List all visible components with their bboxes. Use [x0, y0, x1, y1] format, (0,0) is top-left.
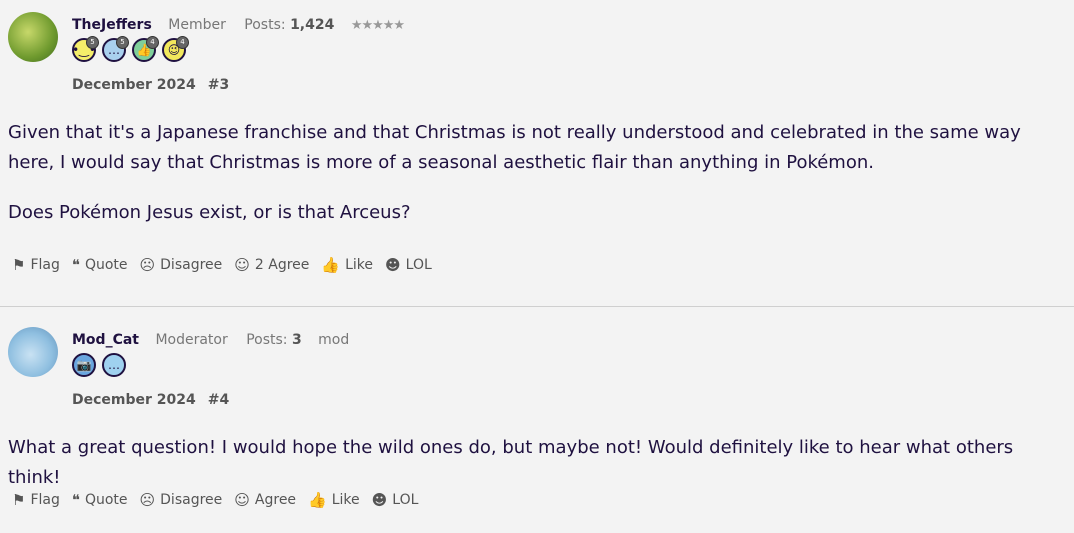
thumbs-up-icon: 👍 [321, 256, 341, 274]
quote-icon: ❝ [71, 256, 80, 274]
post-date[interactable]: December 2024 #3 [72, 77, 229, 93]
posts-label: Posts: [244, 17, 286, 33]
thumbs-up-icon: 👍 [308, 491, 327, 509]
frown-face-icon: ☹ [139, 256, 156, 274]
smile-face-icon: ☺ [234, 491, 250, 509]
post-number[interactable]: #4 [208, 392, 229, 408]
post-meta: Mod_Cat Moderator Posts: 3 mod [72, 332, 349, 348]
post-date[interactable]: December 2024 #4 [72, 392, 229, 408]
post-number[interactable]: #3 [208, 77, 229, 93]
lol-button[interactable]: ☻ LOL [372, 491, 419, 509]
post-paragraph: Given that it's a Japanese franchise and… [8, 122, 1021, 173]
date-text[interactable]: December 2024 [72, 392, 196, 408]
flag-icon: ⚑ [12, 256, 26, 274]
speech-bubble-icon[interactable]: … 5 [102, 36, 129, 62]
disagree-button[interactable]: ☹ Disagree [140, 491, 223, 509]
badge-level: 5 [116, 36, 129, 49]
rank-stars: ★★★★★ [350, 18, 405, 33]
badge-row: •‿• 5 … 5 👍 4 😉 4 [72, 36, 189, 62]
agree-button[interactable]: ☺ 2 Agree [234, 256, 309, 274]
laugh-face-icon: ☻ [371, 491, 388, 509]
posts-count: 1,424 [290, 17, 335, 33]
laugh-face-icon: ☻ [385, 256, 401, 274]
user-tag: mod [318, 332, 350, 348]
flag-button[interactable]: ⚑ Flag [12, 256, 60, 274]
post-meta: TheJeffers Member Posts: 1,424 ★★★★★ [72, 17, 405, 33]
avatar[interactable] [8, 12, 58, 62]
badge-level: 4 [146, 36, 159, 49]
like-button[interactable]: 👍 Like [321, 256, 373, 274]
thumbs-up-icon[interactable]: 👍 4 [132, 36, 159, 62]
quote-button[interactable]: ❝ Quote [72, 256, 128, 274]
date-text[interactable]: December 2024 [72, 77, 196, 93]
smile-face-icon: ☺ [234, 256, 250, 274]
post-actions: ⚑ Flag ❝ Quote ☹ Disagree ☺ Agree 👍 Like ☻ LOL [12, 491, 430, 509]
speech-bubble-icon[interactable]: … [102, 353, 126, 377]
wink-face-icon[interactable]: 😉 4 [162, 36, 189, 62]
user-role: Moderator [155, 332, 228, 348]
username[interactable]: TheJeffers [72, 17, 152, 33]
camera-icon[interactable]: 📷 [72, 353, 96, 377]
posts-label: Posts: [246, 332, 288, 348]
username[interactable]: Mod_Cat [72, 332, 139, 348]
post-paragraph: What a great question! I would hope the … [8, 437, 1014, 488]
post-actions: ⚑ Flag ❝ Quote ☹ Disagree ☺ 2 Agree 👍 Like ☻ L… [12, 256, 444, 274]
user-role: Member [168, 17, 226, 33]
badge-row: 📷 … [72, 353, 126, 377]
posts-count: 3 [291, 332, 302, 348]
lol-button[interactable]: ☻ LOL [385, 256, 432, 274]
agree-button[interactable]: ☺ Agree [234, 491, 296, 509]
like-button[interactable]: 👍 Like [308, 491, 360, 509]
post-3: TheJeffers Member Posts: 1,424 ★★★★★ •‿•… [0, 0, 1074, 307]
quote-icon: ❝ [71, 491, 80, 509]
flag-button[interactable]: ⚑ Flag [12, 491, 60, 509]
post-4: Mod_Cat Moderator Posts: 3 mod 📷 … Decem… [0, 307, 1074, 533]
badge-level: 5 [86, 36, 99, 49]
avatar[interactable] [8, 327, 58, 377]
post-paragraph: Does Pokémon Jesus exist, or is that Arc… [8, 202, 411, 223]
disagree-button[interactable]: ☹ Disagree [140, 256, 223, 274]
flag-icon: ⚑ [12, 491, 26, 509]
quote-button[interactable]: ❝ Quote [72, 491, 128, 509]
frown-face-icon: ☹ [139, 491, 156, 509]
badge-level: 4 [176, 36, 189, 49]
smile-face-icon[interactable]: •‿• 5 [72, 36, 99, 62]
